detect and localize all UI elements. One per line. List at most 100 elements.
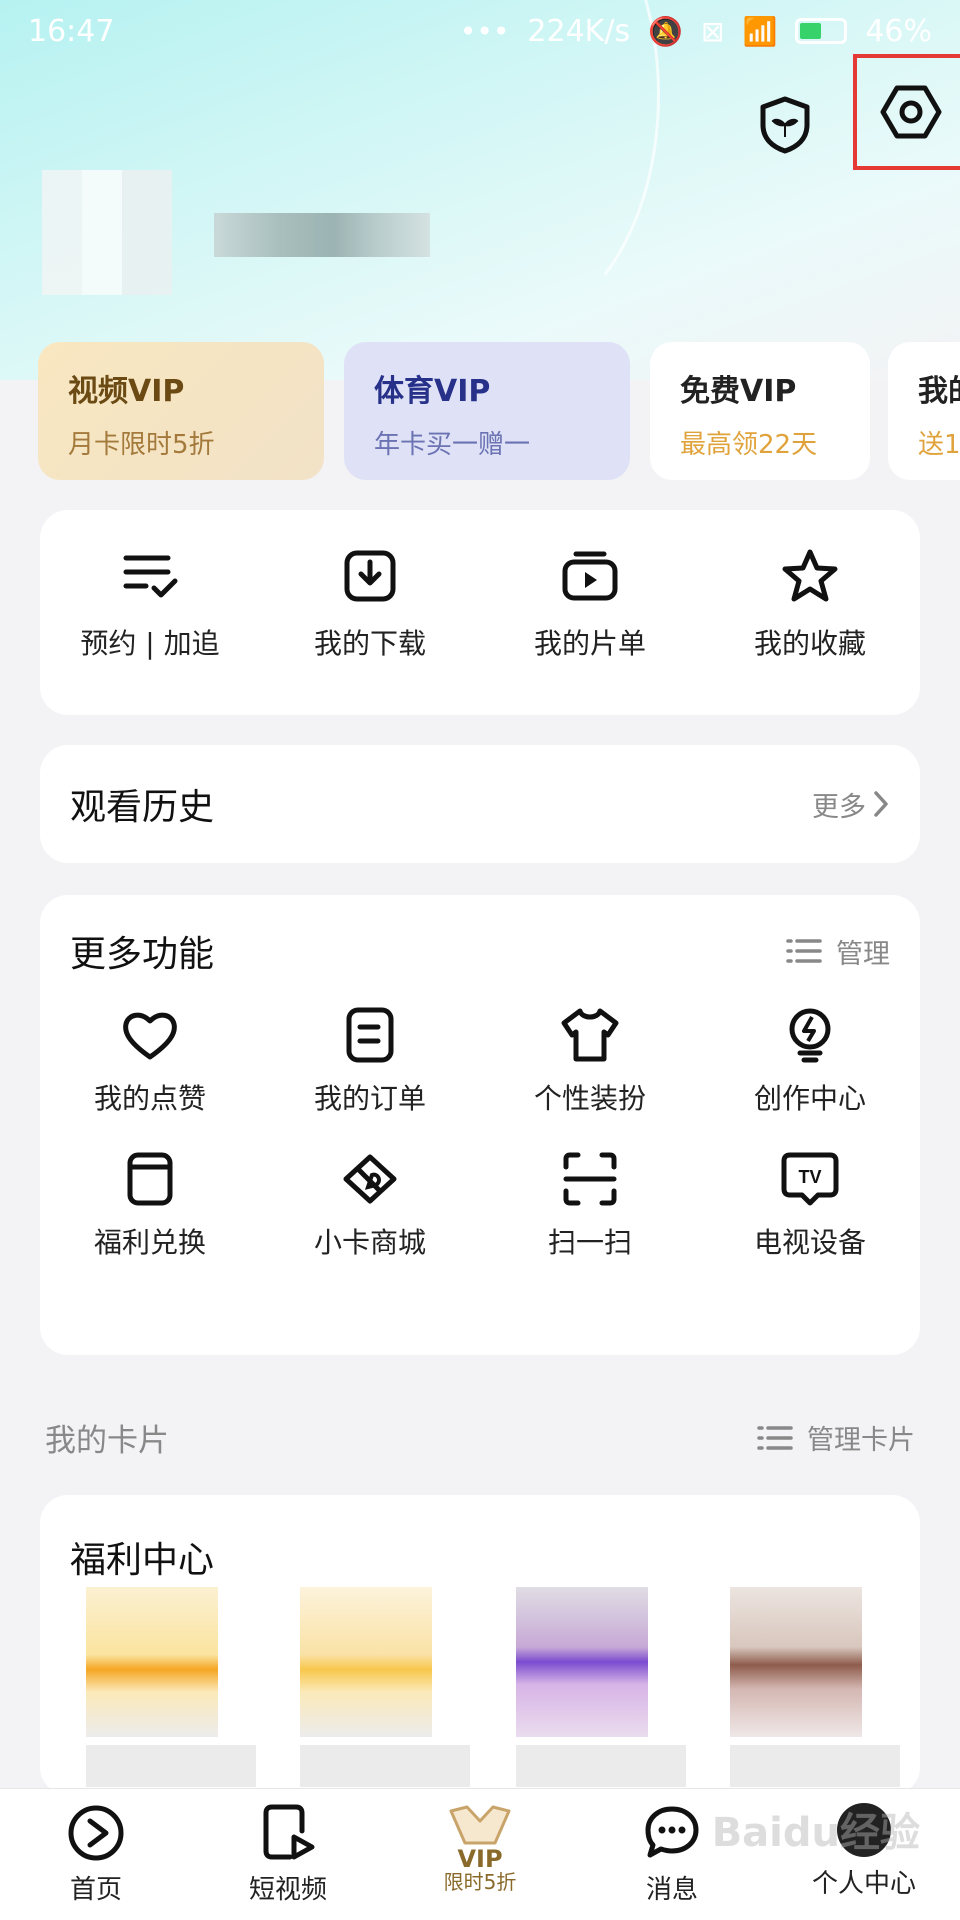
feature-dressup[interactable]: 个性装扮 [490,1007,690,1117]
vip-card-title: 体育VIP [374,374,491,409]
feature-label: 我的点赞 [93,1082,206,1115]
hexagon-settings-icon [880,85,942,139]
feature-label: 福利兑换 [93,1226,206,1259]
tab-label: 消息 [645,1875,698,1905]
vip-card-sports[interactable]: 体育VIP 年卡买一赠一 [344,342,630,480]
vip-card-title: 视频VIP [68,374,185,409]
vip-card-title: 我的 [918,374,960,409]
scan-icon [563,1152,617,1206]
quick-item-label: 我的收藏 [753,627,866,660]
list-icon [757,1425,793,1450]
svg-text:TV: TV [798,1167,821,1187]
tab-vip-promo: 限时5折 [443,1870,517,1894]
welfare-item-caption [730,1745,900,1787]
tab-label: 首页 [69,1875,122,1905]
vip-crown-icon [449,1805,511,1845]
feature-label: 创作中心 [753,1082,866,1115]
quick-actions-card: 预约 | 加追 我的下载 我的片单 我的收藏 [40,510,920,715]
features-manage-label: 管理 [836,938,890,970]
feature-orders[interactable]: 我的订单 [270,1007,470,1117]
mute-icon: 🔕 [648,14,683,48]
features-title: 更多功能 [70,934,215,975]
welfare-item-caption [300,1745,470,1787]
tv-icon: TV [781,1152,839,1206]
history-more-link[interactable]: 更多 [812,785,890,824]
vip-card-mine[interactable]: 我的 送1 [888,342,960,480]
welfare-item-thumbnail[interactable] [516,1587,648,1737]
tab-vip[interactable]: VIP 限时5折 [395,1803,565,1893]
status-time: 16:47 [28,13,115,49]
my-cards-header: 我的卡片 管理卡片 [45,1415,915,1460]
feature-likes[interactable]: 我的点赞 [50,1007,250,1117]
manage-cards-button[interactable]: 管理卡片 [757,1418,915,1457]
welfare-center-card: 福利中心 [40,1495,920,1795]
quick-item-label: 我的下载 [313,627,426,660]
manage-cards-label: 管理卡片 [807,1425,915,1456]
welfare-item-thumbnail[interactable] [86,1587,218,1737]
history-title: 观看历史 [70,787,215,828]
welfare-item-thumbnail[interactable] [300,1587,432,1737]
feature-label: 电视设备 [753,1226,866,1259]
order-icon [346,1007,394,1063]
network-speed: 224K/s [527,13,631,49]
wifi-icon: 📶 [742,14,778,48]
vip-card-subtitle: 年卡买一赠一 [374,430,531,460]
more-features-card: 更多功能 管理 我的点赞 我的订单 个性装扮 创作中心 福利兑换 小卡商城 扫一… [40,895,920,1355]
watch-history-card[interactable]: 观看历史 更多 [40,745,920,863]
star-icon [782,549,838,602]
tab-short-video[interactable]: 短视频 [203,1803,373,1906]
features-manage-button[interactable]: 管理 [786,932,890,971]
feature-creator[interactable]: 创作中心 [710,1007,910,1117]
playlist-icon [562,551,618,601]
short-video-icon [263,1804,315,1860]
status-bar: 16:47 ••• 224K/s 🔕 ⊠ 📶 46% [0,0,960,62]
vip-card-subtitle: 最高领22天 [680,430,818,460]
tab-label: 个人中心 [811,1869,916,1899]
history-more-label: 更多 [812,791,866,823]
tab-label: 短视频 [248,1875,327,1905]
avatar[interactable] [42,170,172,295]
vip-cards-row: 视频VIP 月卡限时5折 体育VIP 年卡买一赠一 免费VIP 最高领22天 我… [38,342,960,482]
welfare-item-thumbnail[interactable] [730,1587,862,1737]
vip-card-free[interactable]: 免费VIP 最高领22天 [650,342,870,480]
heart-icon [123,1012,177,1060]
checklist-icon [123,555,178,598]
vip-card-video[interactable]: 视频VIP 月卡限时5折 [38,342,324,480]
watermark-logo: Baidu经验 [711,1810,920,1856]
settings-button[interactable] [853,54,960,170]
chevron-right-icon [874,791,888,817]
username-blurred[interactable] [214,213,430,257]
battery-percent: 46% [865,13,932,49]
quick-item-playlists[interactable]: 我的片单 [490,548,690,715]
more-dots-icon: ••• [459,14,510,48]
quick-item-downloads[interactable]: 我的下载 [270,548,470,715]
vip-card-subtitle: 月卡限时5折 [68,430,215,460]
chat-bubble-icon [645,1806,699,1858]
bulb-icon [789,1008,831,1063]
quick-item-label: 预约 | 加追 [80,627,220,660]
my-cards-title: 我的卡片 [45,1423,169,1459]
quick-item-favorites[interactable]: 我的收藏 [710,548,910,715]
play-circle-icon [68,1805,124,1861]
download-icon [344,550,396,602]
feature-welfare-exchange[interactable]: 福利兑换 [50,1151,250,1261]
quick-item-label: 我的片单 [533,627,646,660]
feature-scan[interactable]: 扫一扫 [490,1151,690,1261]
shield-plant-icon[interactable] [750,90,820,160]
tab-home[interactable]: 首页 [11,1803,181,1906]
welfare-item-caption [516,1745,686,1787]
battery-icon [795,18,848,44]
feature-label: 我的订单 [313,1082,426,1115]
feature-label: 小卡商城 [313,1226,426,1259]
tab-vip-label: VIP [457,1845,503,1873]
feature-card-store[interactable]: 小卡商城 [270,1151,470,1261]
exchange-icon [127,1152,173,1206]
vip-card-subtitle: 送1 [918,430,960,460]
feature-tv-devices[interactable]: TV 电视设备 [710,1151,910,1261]
sim-icon: ⊠ [700,14,725,48]
card-store-icon [343,1154,397,1204]
tshirt-icon [561,1008,619,1062]
feature-label: 扫一扫 [547,1226,632,1259]
quick-item-reservations[interactable]: 预约 | 加追 [50,548,250,715]
feature-label: 个性装扮 [533,1082,646,1115]
